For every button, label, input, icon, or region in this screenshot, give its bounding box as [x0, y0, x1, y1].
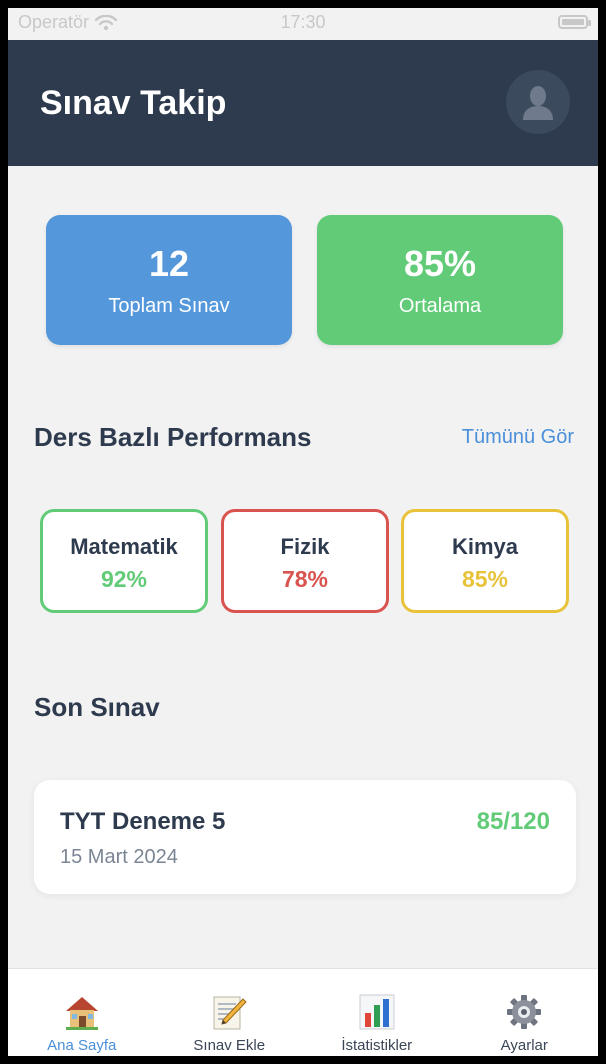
gear-icon — [451, 993, 599, 1033]
tab-label: Sınav Ekle — [193, 1037, 266, 1054]
total-exams-card[interactable]: 12 Toplam Sınav — [46, 215, 292, 345]
tab-add-exam[interactable]: Sınav Ekle — [156, 969, 304, 1056]
last-exam-section-title: Son Sınav — [34, 692, 160, 722]
last-exam-card[interactable]: TYT Deneme 5 15 Mart 2024 85/120 — [34, 780, 576, 894]
subject-name: Matematik — [70, 534, 178, 559]
tab-statistics[interactable]: İstatistikler — [303, 969, 451, 1056]
bar-chart-icon — [303, 993, 451, 1033]
page-title: Sınav Takip — [40, 84, 227, 122]
house-icon — [8, 993, 156, 1033]
total-exams-value: 12 — [148, 243, 190, 284]
average-label: Ortalama — [398, 295, 482, 317]
exam-score: 85/120 — [476, 808, 550, 835]
subject-percent: 85% — [461, 566, 509, 592]
total-exams-label: Toplam Sınav — [108, 295, 230, 317]
average-card[interactable]: 85% Ortalama — [317, 215, 563, 345]
exam-date: 15 Mart 2024 — [60, 846, 178, 868]
subject-name: Kimya — [451, 534, 519, 559]
subject-card-kimya[interactable]: Kimya 85% — [401, 509, 569, 613]
app-header: Sınav Takip — [8, 40, 598, 166]
tab-settings[interactable]: Ayarlar — [451, 969, 599, 1056]
user-icon — [523, 86, 553, 120]
battery-icon — [558, 15, 591, 29]
performance-section-title: Ders Bazlı Performans — [34, 422, 312, 452]
average-value: 85% — [403, 243, 477, 284]
subject-card-fizik[interactable]: Fizik 78% — [221, 509, 389, 613]
subject-name: Fizik — [280, 534, 330, 559]
tab-label: Ana Sayfa — [47, 1037, 117, 1054]
profile-avatar-button[interactable] — [506, 70, 570, 134]
app-screen: Operatör 17:30 Sınav Takip 12 Toplam Sın… — [8, 8, 598, 1056]
status-time: 17:30 — [280, 12, 326, 32]
exam-name: TYT Deneme 5 — [60, 808, 226, 835]
tab-home[interactable]: Ana Sayfa — [8, 969, 156, 1056]
subject-percent: 78% — [281, 566, 329, 592]
tab-label: Ayarlar — [500, 1037, 548, 1054]
pencil-paper-icon — [156, 993, 304, 1033]
tab-label: İstatistikler — [341, 1037, 413, 1054]
bottom-tab-bar: Ana Sayfa Sınav Ekle İstatistikler Ayarl… — [8, 968, 598, 1056]
see-all-link[interactable]: Tümünü Gör — [462, 426, 574, 449]
subject-percent: 92% — [100, 566, 148, 592]
subject-card-matematik[interactable]: Matematik 92% — [40, 509, 208, 613]
status-bar: Operatör 17:30 — [8, 8, 598, 40]
